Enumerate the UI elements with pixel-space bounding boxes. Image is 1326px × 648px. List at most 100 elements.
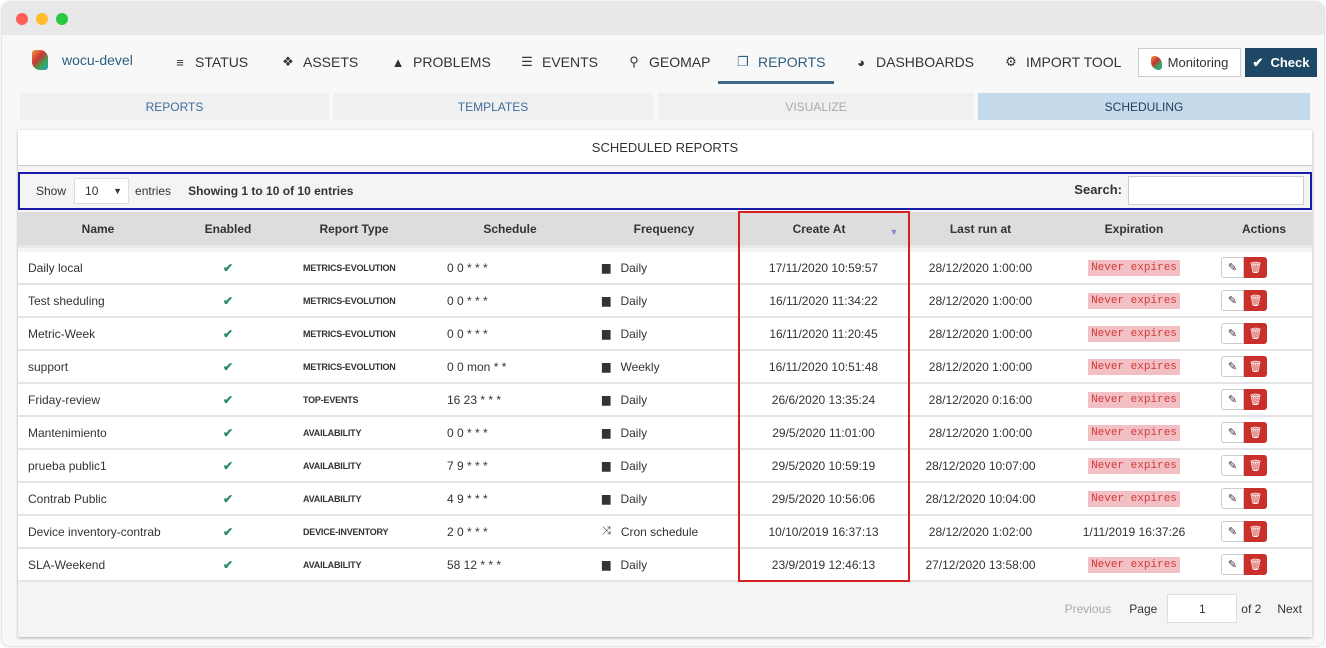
nav-import-tool[interactable]: ⚙ IMPORT TOOL [1003,50,1121,74]
frequency-label: Weekly [620,359,660,374]
column-header-expiration[interactable]: Expiration [1052,222,1216,236]
report-name: Metric-Week [28,326,96,341]
nav-dashboards[interactable]: ◕ DASHBOARDS [853,50,974,74]
delete-button[interactable]: 🗑 [1244,290,1267,311]
frequency: ▆ Daily [590,327,738,341]
subtab-reports[interactable]: REPORTS [20,93,329,120]
column-header-create-at[interactable]: Create At ▼ [738,222,909,237]
report-name: Device inventory-contrab [28,524,161,539]
column-label: Enabled [204,221,252,236]
column-header-last-run-at[interactable]: Last run at [909,222,1052,236]
edit-button[interactable]: ✎ [1221,257,1244,278]
pencil-icon: ✎ [1227,328,1238,340]
delete-button[interactable]: 🗑 [1244,488,1267,509]
edit-button[interactable]: ✎ [1221,422,1244,443]
delete-button[interactable]: 🗑 [1244,323,1267,344]
column-header-report-type[interactable]: Report Type [278,222,430,236]
report-name: Friday-review [28,392,101,407]
trash-icon: 🗑 [1248,394,1263,406]
minimize-window-button[interactable] [36,13,48,25]
monitoring-label: Monitoring [1167,55,1229,70]
edit-button[interactable]: ✎ [1221,389,1244,410]
maximize-window-button[interactable] [56,13,68,25]
expiration: Never expires [1052,457,1216,474]
report-name: Mantenimiento [28,425,107,440]
edit-button[interactable]: ✎ [1221,488,1244,509]
delete-button[interactable]: 🗑 [1244,257,1267,278]
never-expires-badge: Never expires [1088,293,1180,309]
page-size-value: 10 [85,184,99,198]
row-actions: ✎ 🗑 [1216,257,1312,278]
nav-reports[interactable]: ❐ REPORTS [735,50,825,74]
schedule-cron: 0 0 * * * [447,425,488,440]
pencil-icon: ✎ [1227,394,1238,406]
edit-button[interactable]: ✎ [1221,521,1244,542]
schedule-cron: 0 0 mon * * [447,359,507,374]
nav-assets[interactable]: ❖ ASSETS [280,50,358,74]
created-at: 16/11/2020 11:20:45 [769,326,878,341]
schedule-cron: 2 0 * * * [447,524,488,539]
calendar-icon: ▆ [602,427,611,439]
calendar-icon: ▆ [602,262,611,274]
never-expires-badge: Never expires [1088,260,1180,276]
subtab-scheduling[interactable]: SCHEDULING [978,93,1310,120]
row-actions: ✎ 🗑 [1216,488,1312,509]
report-name: prueba public1 [28,458,107,473]
table-row: Metric-Week ✔ METRICS-EVOLUTION 0 0 * * … [18,318,1312,351]
nav-problems[interactable]: ▲ PROBLEMS [390,50,491,74]
column-header-actions[interactable]: Actions [1216,222,1312,236]
close-window-button[interactable] [16,13,28,25]
check-icon: ✔ [222,524,234,539]
last-run-at: 28/12/2020 1:00:00 [928,293,1033,308]
check-button[interactable]: ✔ Check [1245,48,1317,77]
subtab-visualize[interactable]: VISUALIZE [658,93,974,120]
delete-button[interactable]: 🗑 [1244,356,1267,377]
calendar-icon: ▆ [602,559,611,571]
check-icon: ✔ [222,392,234,407]
delete-button[interactable]: 🗑 [1244,521,1267,542]
search-label: Search: [1074,182,1122,197]
delete-button[interactable]: 🗑 [1244,422,1267,443]
page-size-select[interactable]: 10 ▼ [74,178,130,204]
column-header-name[interactable]: Name [18,222,178,236]
delete-button[interactable]: 🗑 [1244,389,1267,410]
calendar-icon: ▆ [602,460,611,472]
frequency-label: Daily [620,293,648,308]
next-button[interactable]: Next [1277,602,1302,616]
trash-icon: 🗑 [1248,361,1263,373]
edit-button[interactable]: ✎ [1221,323,1244,344]
frequency-label: Daily [620,326,648,341]
column-header-enabled[interactable]: Enabled [178,222,278,236]
brand-link[interactable]: wocu-devel [32,50,133,70]
expiration-date: 1/11/2019 16:37:26 [1082,524,1186,539]
nav-events[interactable]: ☰ EVENTS [519,50,598,74]
subtab-templates[interactable]: TEMPLATES [333,93,653,120]
page-count: of 2 [1241,601,1262,616]
frequency: ▆ Weekly [590,360,738,374]
expiration: 1/11/2019 16:37:26 [1052,525,1216,539]
delete-button[interactable]: 🗑 [1244,554,1267,575]
search-input[interactable] [1128,176,1304,205]
nav-geomap[interactable]: ⚲ GEOMAP [626,50,710,74]
edit-button[interactable]: ✎ [1221,554,1244,575]
nav-label: IMPORT TOOL [1026,54,1122,70]
delete-button[interactable]: 🗑 [1244,455,1267,476]
frequency: ▆ Daily [590,393,738,407]
check-icon: ✔ [222,260,234,275]
page-input[interactable]: 1 [1167,594,1238,623]
monitoring-button[interactable]: Monitoring [1138,48,1241,77]
nav-status[interactable]: ≡ STATUS [172,50,248,74]
report-type: METRICS-EVOLUTION [303,262,396,273]
column-header-frequency[interactable]: Frequency [590,222,738,236]
last-run-at: 28/12/2020 1:00:00 [928,425,1033,440]
frequency: ▆ Daily [590,294,738,308]
edit-button[interactable]: ✎ [1221,356,1244,377]
column-header-schedule[interactable]: Schedule [430,222,590,236]
expiration: Never expires [1052,490,1216,507]
row-actions: ✎ 🗑 [1216,356,1312,377]
edit-button[interactable]: ✎ [1221,455,1244,476]
calendar-icon: ▆ [602,394,611,406]
edit-button[interactable]: ✎ [1221,290,1244,311]
previous-button[interactable]: Previous [1065,602,1112,616]
list-icon: ≡ [176,54,184,70]
